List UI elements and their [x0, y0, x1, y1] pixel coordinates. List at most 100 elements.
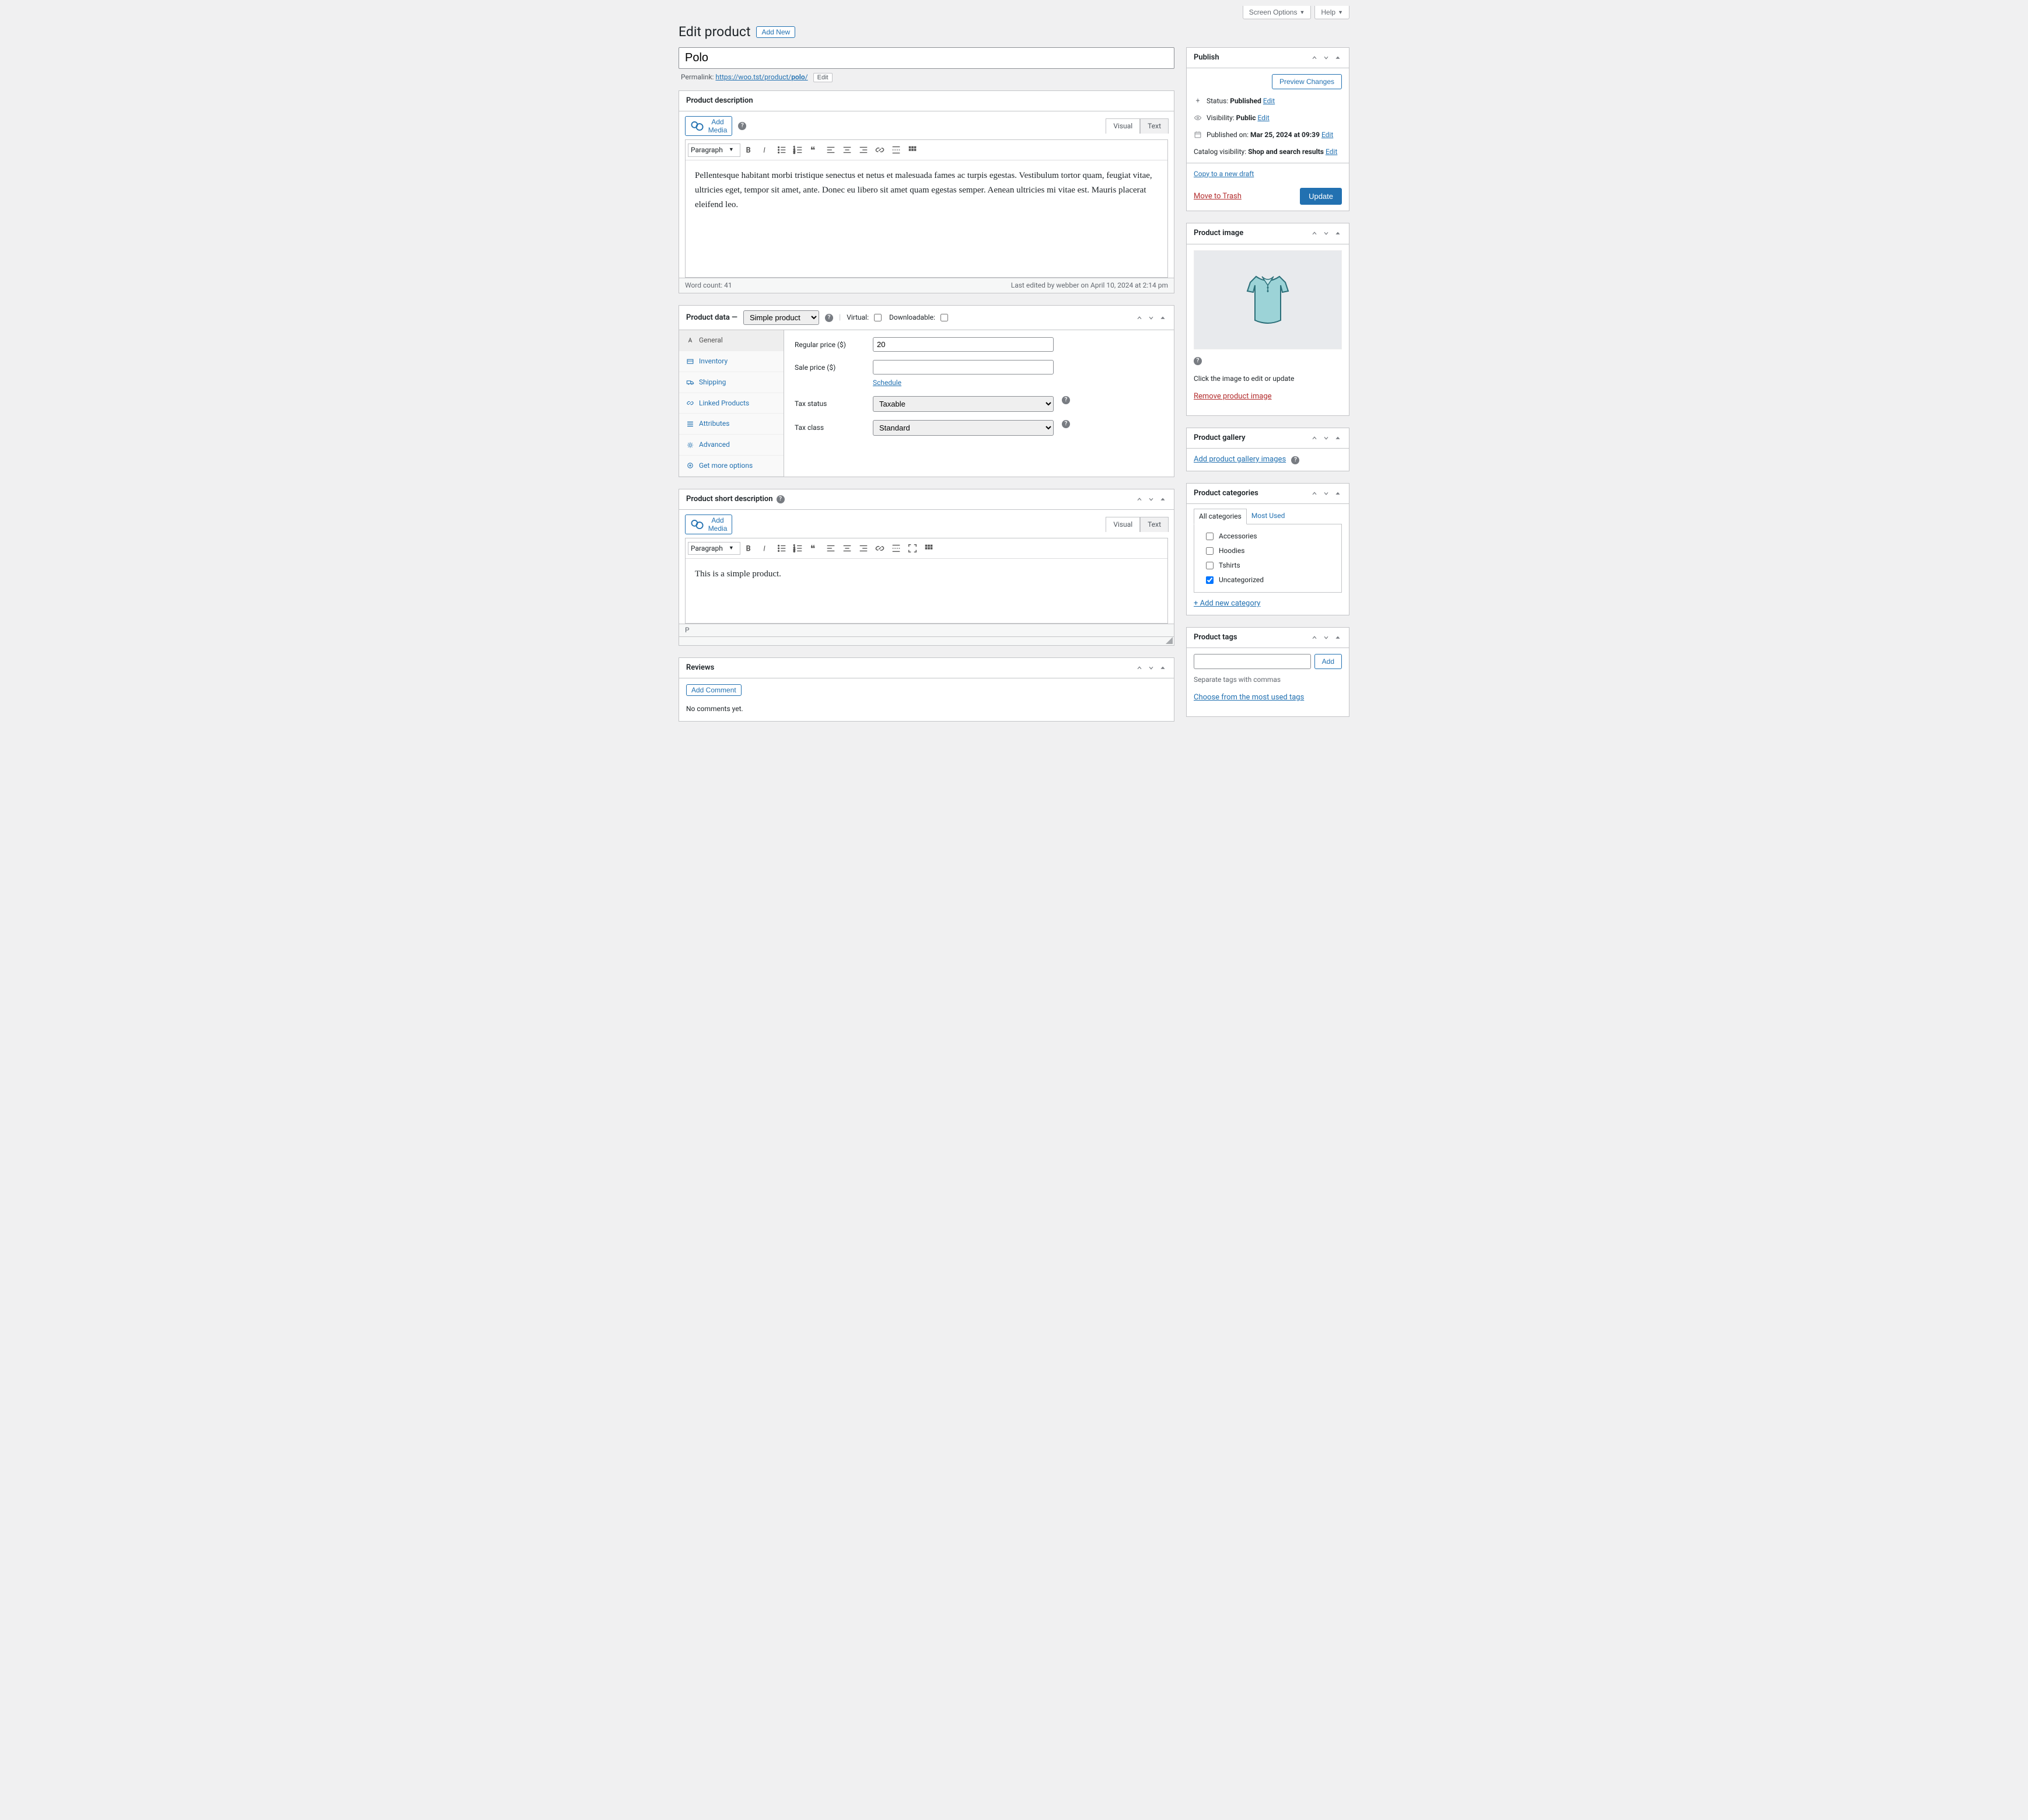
category-checkbox[interactable]: [1206, 562, 1214, 569]
panel-down-icon[interactable]: [1322, 634, 1330, 642]
choose-tags-link[interactable]: Choose from the most used tags: [1194, 693, 1304, 702]
downloadable-checkbox[interactable]: [940, 314, 948, 321]
permalink-link[interactable]: https://woo.tst/product/polo/: [715, 73, 807, 81]
short-editor-content[interactable]: This is a simple product.: [686, 559, 1167, 623]
remove-image-link[interactable]: Remove product image: [1194, 392, 1272, 401]
add-media-button[interactable]: Add Media: [685, 116, 732, 136]
readmore-icon[interactable]: [889, 142, 904, 158]
product-image[interactable]: [1194, 250, 1342, 349]
editor-content[interactable]: Pellentesque habitant morbi tristique se…: [686, 160, 1167, 277]
link-icon[interactable]: [872, 541, 887, 556]
copy-draft-link[interactable]: Copy to a new draft: [1194, 169, 1254, 179]
regular-price-input[interactable]: [873, 337, 1054, 352]
editor-tab-visual[interactable]: Visual: [1106, 118, 1140, 134]
panel-down-icon[interactable]: [1147, 664, 1155, 672]
help-button[interactable]: Help▼: [1314, 6, 1349, 19]
panel-toggle-icon[interactable]: [1334, 229, 1342, 237]
help-icon[interactable]: ?: [1194, 357, 1202, 365]
update-button[interactable]: Update: [1300, 188, 1342, 205]
schedule-link[interactable]: Schedule: [873, 378, 1054, 388]
bold-icon[interactable]: B: [742, 142, 757, 158]
panel-toggle-icon[interactable]: [1159, 495, 1167, 503]
status-edit-link[interactable]: Edit: [1263, 97, 1275, 105]
bullet-list-icon[interactable]: [774, 541, 789, 556]
add-new-category-link[interactable]: + Add new category: [1194, 599, 1260, 608]
category-item[interactable]: Accessories: [1204, 529, 1332, 544]
help-icon[interactable]: ?: [777, 495, 785, 503]
panel-up-icon[interactable]: [1310, 489, 1319, 498]
paragraph-select[interactable]: Paragraph▼: [688, 144, 740, 157]
toolbar-toggle-icon[interactable]: [905, 142, 920, 158]
cat-tab-most[interactable]: Most Used: [1247, 509, 1290, 524]
blockquote-icon[interactable]: ❝: [807, 142, 822, 158]
move-trash-link[interactable]: Move to Trash: [1194, 191, 1242, 202]
align-center-icon[interactable]: [840, 541, 855, 556]
pd-tab-linked[interactable]: Linked Products: [679, 393, 784, 414]
tax-class-select[interactable]: Standard: [873, 420, 1054, 436]
category-item[interactable]: Hoodies: [1204, 544, 1332, 558]
toolbar-toggle-icon[interactable]: [921, 541, 936, 556]
catalog-edit-link[interactable]: Edit: [1326, 148, 1337, 156]
help-icon[interactable]: ?: [1062, 420, 1070, 428]
panel-up-icon[interactable]: [1310, 634, 1319, 642]
panel-down-icon[interactable]: [1147, 495, 1155, 503]
category-item[interactable]: Tshirts: [1204, 558, 1332, 573]
published-on-edit-link[interactable]: Edit: [1321, 131, 1333, 139]
cat-tab-all[interactable]: All categories: [1194, 509, 1247, 524]
tax-status-select[interactable]: Taxable: [873, 396, 1054, 412]
panel-up-icon[interactable]: [1135, 495, 1144, 503]
category-checkbox[interactable]: [1206, 576, 1214, 584]
number-list-icon[interactable]: 123: [791, 142, 806, 158]
help-icon[interactable]: ?: [1291, 456, 1299, 464]
panel-down-icon[interactable]: [1147, 314, 1155, 322]
add-gallery-link[interactable]: Add product gallery images: [1194, 455, 1286, 464]
panel-toggle-icon[interactable]: [1334, 54, 1342, 62]
panel-down-icon[interactable]: [1322, 489, 1330, 498]
category-checkbox[interactable]: [1206, 533, 1214, 540]
add-comment-button[interactable]: Add Comment: [686, 684, 742, 696]
bullet-list-icon[interactable]: [774, 142, 789, 158]
panel-up-icon[interactable]: [1310, 229, 1319, 237]
product-type-select[interactable]: Simple product: [743, 310, 819, 325]
panel-up-icon[interactable]: [1135, 664, 1144, 672]
resize-handle[interactable]: [679, 636, 1174, 645]
category-item[interactable]: Uncategorized: [1204, 573, 1332, 587]
editor-tab-visual-short[interactable]: Visual: [1106, 517, 1140, 532]
blockquote-icon[interactable]: ❝: [807, 541, 822, 556]
bold-icon[interactable]: B: [742, 541, 757, 556]
panel-down-icon[interactable]: [1322, 434, 1330, 442]
pd-tab-inventory[interactable]: Inventory: [679, 351, 784, 372]
panel-up-icon[interactable]: [1135, 314, 1144, 322]
link-icon[interactable]: [872, 142, 887, 158]
panel-toggle-icon[interactable]: [1334, 489, 1342, 498]
add-tag-button[interactable]: Add: [1314, 654, 1342, 669]
editor-tab-text-short[interactable]: Text: [1140, 517, 1169, 532]
sale-price-input[interactable]: [873, 360, 1054, 374]
help-icon[interactable]: ?: [825, 314, 833, 322]
italic-icon[interactable]: I: [758, 541, 773, 556]
panel-toggle-icon[interactable]: [1159, 314, 1167, 322]
panel-toggle-icon[interactable]: [1159, 664, 1167, 672]
number-list-icon[interactable]: 123: [791, 541, 806, 556]
align-right-icon[interactable]: [856, 142, 871, 158]
help-icon[interactable]: ?: [738, 122, 746, 130]
preview-changes-button[interactable]: Preview Changes: [1272, 74, 1342, 89]
category-checkbox[interactable]: [1206, 547, 1214, 555]
align-right-icon[interactable]: [856, 541, 871, 556]
align-left-icon[interactable]: [823, 541, 838, 556]
screen-options-button[interactable]: Screen Options▼: [1243, 6, 1312, 19]
panel-toggle-icon[interactable]: [1334, 634, 1342, 642]
virtual-checkbox[interactable]: [874, 314, 882, 321]
add-media-button-short[interactable]: Add Media: [685, 514, 732, 534]
permalink-edit-button[interactable]: Edit: [813, 73, 833, 82]
paragraph-select-short[interactable]: Paragraph▼: [688, 542, 740, 555]
panel-down-icon[interactable]: [1322, 54, 1330, 62]
tag-input[interactable]: [1194, 654, 1311, 669]
add-new-button[interactable]: Add New: [756, 26, 795, 38]
pd-tab-attributes[interactable]: Attributes: [679, 414, 784, 435]
help-icon[interactable]: ?: [1062, 396, 1070, 404]
editor-tab-text[interactable]: Text: [1140, 118, 1169, 134]
panel-up-icon[interactable]: [1310, 54, 1319, 62]
pd-tab-more[interactable]: Get more options: [679, 456, 784, 477]
pd-tab-advanced[interactable]: Advanced: [679, 435, 784, 456]
